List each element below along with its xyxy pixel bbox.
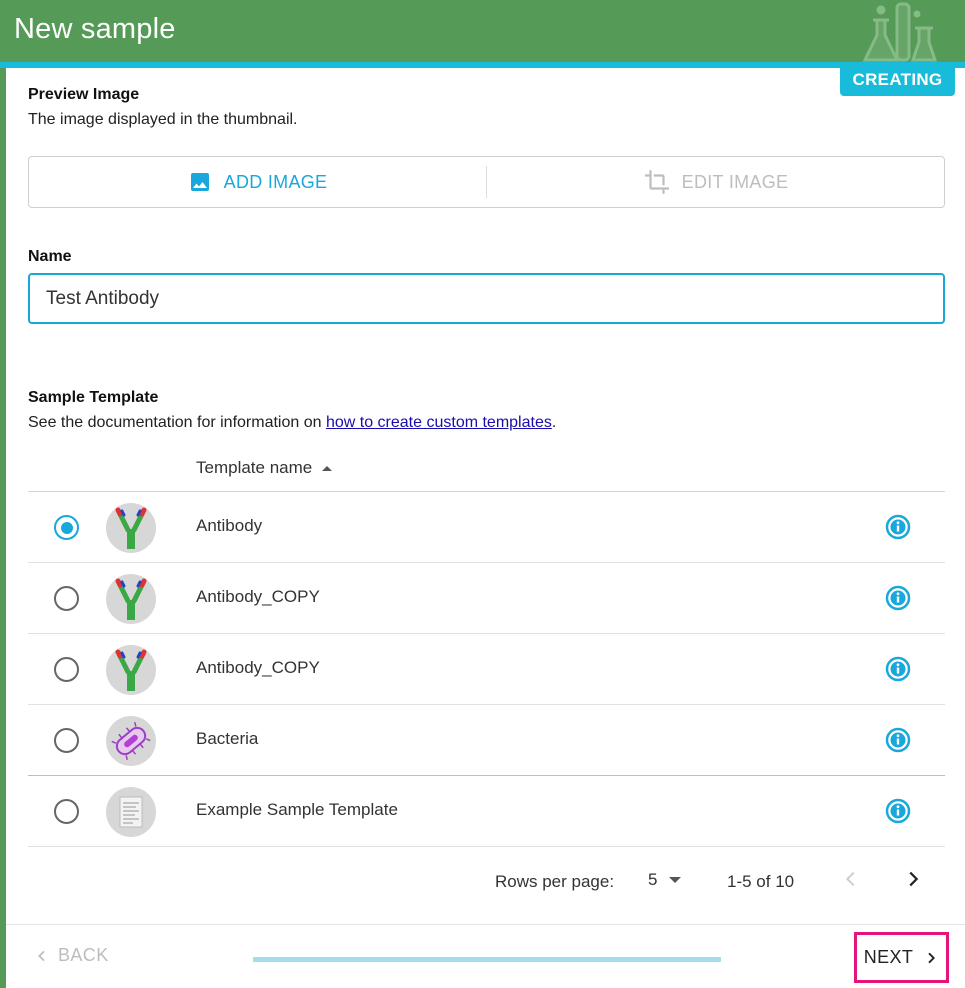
lab-flasks-icon [862, 2, 938, 62]
name-input[interactable]: Test Antibody [28, 273, 945, 324]
sample-template-title: Sample Template [28, 389, 159, 406]
antibody-icon [106, 574, 156, 624]
info-icon[interactable] [885, 585, 911, 611]
back-button[interactable]: BACK [34, 945, 109, 966]
dialog-title: New sample [14, 13, 176, 45]
header-accent-bar [0, 62, 965, 68]
antibody-icon [106, 503, 156, 553]
template-name: Antibody [196, 516, 263, 535]
add-image-button[interactable]: ADD IMAGE [29, 157, 486, 207]
template-radio[interactable] [54, 657, 79, 682]
document-icon [106, 787, 156, 837]
template-name: Bacteria [196, 729, 259, 748]
next-button[interactable]: NEXT [854, 932, 949, 983]
crop-icon [644, 169, 670, 195]
sample-template-description: See the documentation for information on… [28, 414, 556, 432]
preview-image-description: The image displayed in the thumbnail. [28, 111, 298, 128]
template-radio[interactable] [54, 586, 79, 611]
table-row[interactable]: Antibody_COPY [28, 634, 945, 705]
rows-per-page-label: Rows per page: [495, 872, 615, 891]
back-label: BACK [58, 945, 109, 965]
template-radio[interactable] [54, 728, 79, 753]
table-pagination: Rows per page: 5 1-5 of 10 [28, 850, 945, 910]
chevron-left-icon [34, 948, 50, 964]
dropdown-caret-icon [669, 877, 682, 883]
template-name: Antibody_COPY [196, 658, 320, 677]
name-label: Name [28, 248, 72, 265]
template-radio[interactable] [54, 515, 79, 540]
table-row[interactable]: Bacteria [28, 705, 945, 776]
image-icon [188, 170, 212, 194]
previous-page-chevron-icon[interactable] [840, 868, 862, 890]
edit-image-button[interactable]: EDIT IMAGE [487, 157, 945, 207]
wizard-footer: BACK NEXT [6, 924, 965, 988]
dialog-header: New sample [0, 0, 965, 64]
description-text: See the documentation for information on [28, 414, 326, 431]
info-icon[interactable] [885, 798, 911, 824]
pagination-range: 1-5 of 10 [727, 872, 795, 891]
add-image-label: ADD IMAGE [223, 171, 328, 192]
bacteria-icon [106, 716, 156, 766]
template-name: Antibody_COPY [196, 587, 320, 606]
sort-ascending-icon [322, 465, 333, 471]
next-label: NEXT [863, 947, 914, 967]
rows-per-page-select[interactable]: 5 [648, 870, 682, 890]
image-button-group: ADD IMAGE EDIT IMAGE [28, 156, 945, 208]
info-icon[interactable] [885, 514, 911, 540]
custom-templates-link[interactable]: how to create custom templates [326, 414, 552, 431]
table-row[interactable]: Antibody [28, 492, 945, 563]
template-name: Example Sample Template [196, 800, 398, 819]
template-radio[interactable] [54, 799, 79, 824]
preview-image-title: Preview Image [28, 86, 140, 103]
template-name-column-header[interactable]: Template name [196, 458, 333, 478]
column-header-label: Template name [196, 458, 313, 477]
info-icon[interactable] [885, 727, 911, 753]
edit-image-label: EDIT IMAGE [681, 171, 789, 192]
description-suffix: . [551, 414, 557, 431]
antibody-icon [106, 645, 156, 695]
table-row[interactable]: Antibody_COPY [28, 563, 945, 634]
status-badge: CREATING [840, 66, 955, 96]
table-header: Template name [28, 448, 945, 492]
wizard-progress-bar [253, 957, 721, 962]
chevron-right-icon [923, 950, 939, 966]
table-row[interactable]: Example Sample Template [28, 776, 945, 847]
rows-per-page-value: 5 [648, 870, 658, 889]
info-icon[interactable] [885, 656, 911, 682]
next-page-chevron-icon[interactable] [902, 868, 924, 890]
template-table: Template name Antibody Antibody_COPY Ant… [28, 448, 945, 847]
